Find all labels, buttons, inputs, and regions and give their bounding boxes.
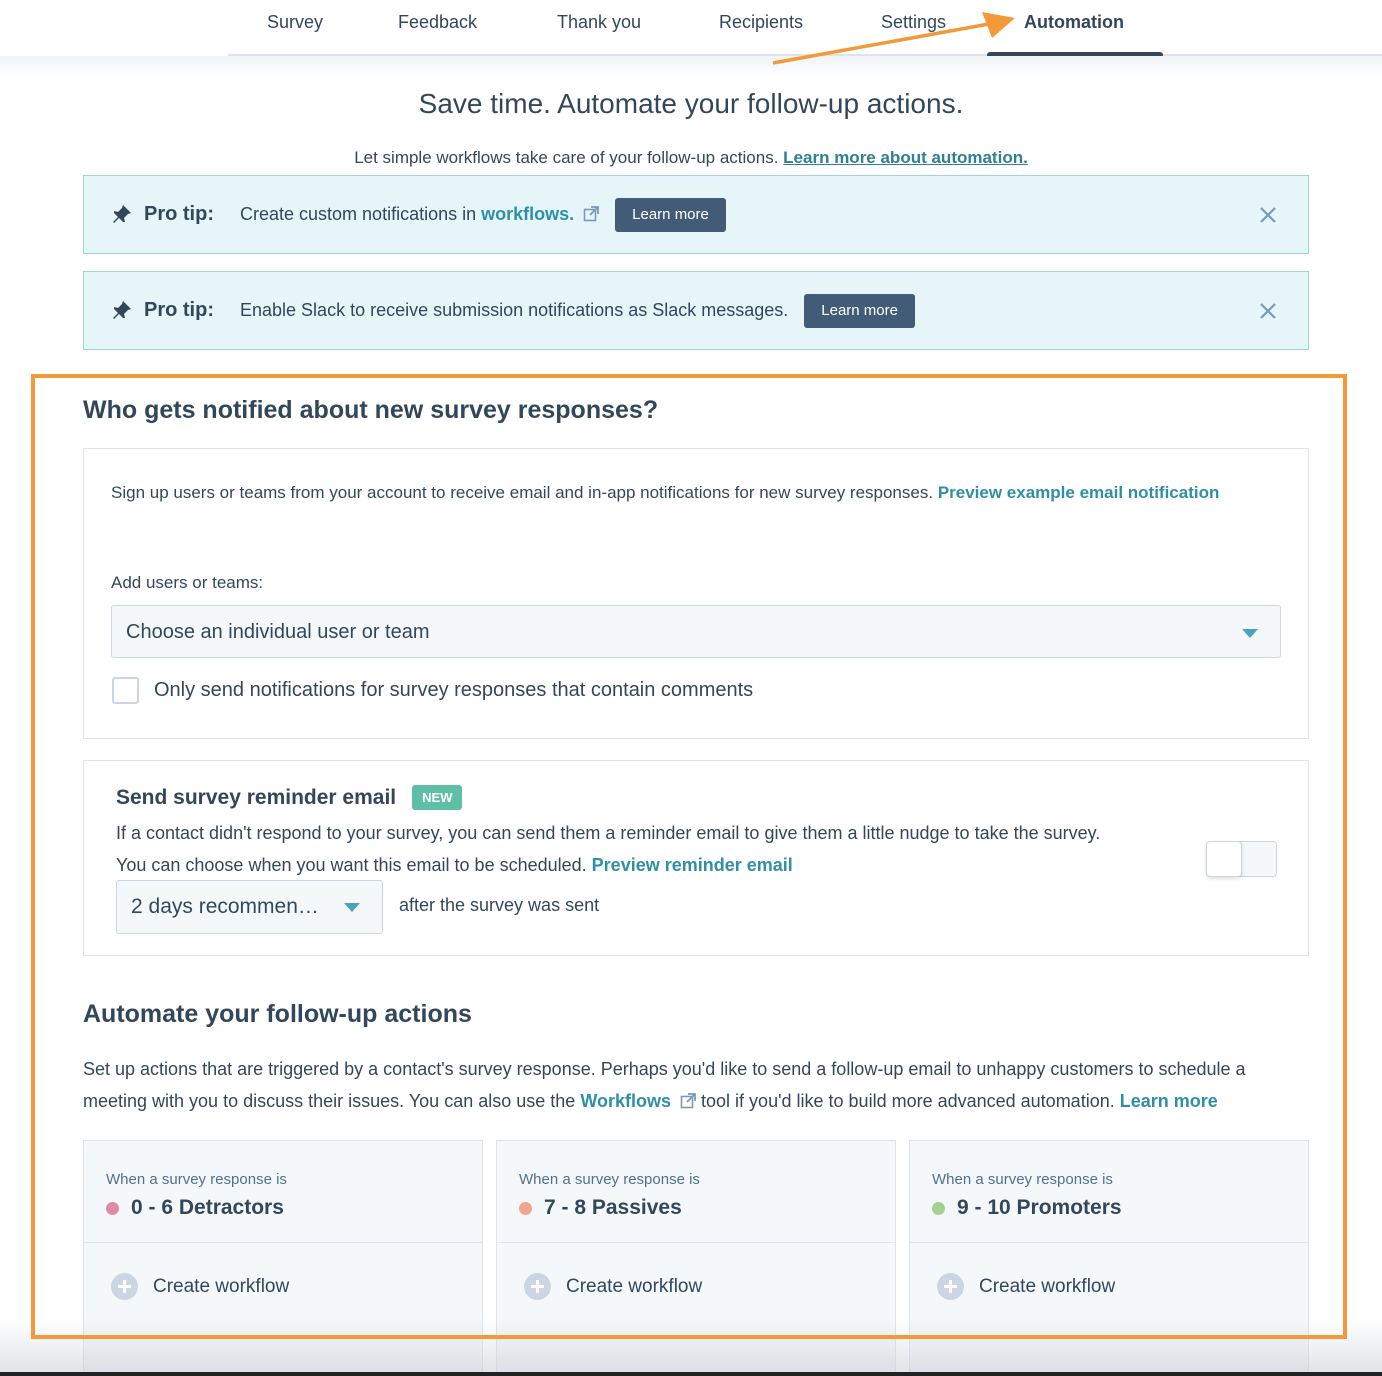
- reminder-description: If a contact didn't respond to your surv…: [116, 817, 1126, 881]
- new-badge: NEW: [412, 785, 463, 810]
- pro-tip-banner-slack: Pro tip: Enable Slack to receive submiss…: [83, 271, 1309, 350]
- tab-thank-you[interactable]: Thank you: [557, 12, 641, 33]
- pin-icon: [113, 300, 131, 319]
- page-subtitle: Let simple workflows take care of your f…: [0, 148, 1382, 168]
- automate-description-text-2: tool if you'd like to build more advance…: [701, 1091, 1115, 1111]
- workflow-column-passives: When a survey response is 7 - 8 Passives…: [496, 1140, 896, 1376]
- external-link-icon: [680, 1093, 696, 1109]
- pro-tip-label: Pro tip:: [144, 203, 214, 225]
- chevron-down-icon: [1242, 629, 1258, 638]
- pro-tip-message: Create custom notifications in: [240, 204, 477, 224]
- plus-circle-icon: [111, 1273, 138, 1300]
- notify-description-text: Sign up users or teams from your account…: [111, 483, 934, 502]
- tab-feedback[interactable]: Feedback: [398, 12, 477, 33]
- workflow-column-header: When a survey response is 9 - 10 Promote…: [910, 1141, 1308, 1243]
- external-link-icon: [583, 206, 600, 222]
- after-survey-text: after the survey was sent: [399, 895, 600, 915]
- reminder-toggle[interactable]: [1206, 841, 1277, 877]
- passives-dot-icon: [519, 1201, 532, 1215]
- tab-survey[interactable]: Survey: [267, 12, 323, 33]
- create-workflow-button[interactable]: Create workflow: [910, 1243, 1308, 1300]
- learn-more-automation-link[interactable]: Learn more about automation.: [783, 148, 1028, 167]
- plus-circle-icon: [937, 1273, 964, 1300]
- pro-tip-label: Pro tip:: [144, 299, 214, 321]
- tab-settings[interactable]: Settings: [881, 12, 946, 33]
- tab-automation[interactable]: Automation: [1024, 12, 1124, 33]
- close-icon[interactable]: [1258, 205, 1278, 225]
- workflow-trigger-label: When a survey response is: [106, 1171, 287, 1188]
- workflow-category: 7 - 8 Passives: [519, 1196, 895, 1220]
- chevron-down-icon: [344, 903, 360, 912]
- page-title: Save time. Automate your follow-up actio…: [418, 88, 964, 119]
- learn-more-button[interactable]: Learn more: [804, 293, 915, 328]
- reminder-card: Send survey reminder email NEW If a cont…: [83, 760, 1309, 956]
- workflow-category: 0 - 6 Detractors: [106, 1196, 482, 1220]
- workflow-column-detractors: When a survey response is 0 - 6 Detracto…: [83, 1140, 483, 1376]
- automate-description: Set up actions that are triggered by a c…: [83, 1053, 1313, 1117]
- preview-reminder-email-link[interactable]: Preview reminder email: [592, 855, 793, 875]
- preview-example-email-link[interactable]: Preview example email notification: [938, 483, 1220, 502]
- close-icon[interactable]: [1258, 301, 1278, 321]
- detractors-dot-icon: [106, 1201, 119, 1215]
- subtitle-text: Let simple workflows take care of your f…: [354, 148, 779, 167]
- comments-only-label: Only send notifications for survey respo…: [154, 679, 754, 701]
- plus-circle-icon: [524, 1273, 551, 1300]
- automate-heading: Automate your follow-up actions: [83, 1000, 472, 1028]
- header-shadow: [0, 56, 1382, 78]
- reminder-title-text: Send survey reminder email: [116, 785, 397, 809]
- create-workflow-label: Create workflow: [566, 1275, 703, 1297]
- automate-learn-more-link[interactable]: Learn more: [1120, 1091, 1218, 1111]
- workflow-category-label: 0 - 6 Detractors: [131, 1196, 284, 1219]
- user-team-select[interactable]: Choose an individual user or team: [111, 605, 1281, 658]
- pro-tip-message: Enable Slack to receive submission notif…: [240, 300, 789, 320]
- notify-description: Sign up users or teams from your account…: [111, 477, 1271, 509]
- pro-tip-text: Create custom notifications in workflows…: [240, 204, 600, 225]
- workflow-category-label: 9 - 10 Promoters: [957, 1196, 1122, 1219]
- notify-card: Sign up users or teams from your account…: [83, 448, 1309, 739]
- toggle-knob: [1206, 841, 1242, 877]
- workflows-tool-link[interactable]: Workflows: [580, 1091, 671, 1111]
- tab-bar: Survey Feedback Thank you Recipients Set…: [0, 0, 1382, 58]
- reminder-title: Send survey reminder email NEW: [116, 785, 463, 810]
- create-workflow-label: Create workflow: [979, 1275, 1116, 1297]
- create-workflow-button[interactable]: Create workflow: [84, 1243, 482, 1300]
- user-team-select-placeholder: Choose an individual user or team: [126, 621, 430, 643]
- workflow-column-promoters: When a survey response is 9 - 10 Promote…: [909, 1140, 1309, 1376]
- notify-heading: Who gets notified about new survey respo…: [83, 396, 659, 424]
- add-users-label: Add users or teams:: [111, 573, 264, 592]
- workflow-trigger-label: When a survey response is: [519, 1171, 700, 1188]
- comments-only-checkbox[interactable]: [112, 677, 139, 704]
- workflow-category-label: 7 - 8 Passives: [544, 1196, 682, 1219]
- pro-tip-banner-workflows: Pro tip: Create custom notifications in …: [83, 175, 1309, 254]
- workflow-column-header: When a survey response is 0 - 6 Detracto…: [84, 1141, 482, 1243]
- reminder-delay-value: 2 days recommen…: [131, 895, 319, 918]
- workflows-link[interactable]: workflows.: [481, 204, 574, 224]
- workflow-category: 9 - 10 Promoters: [932, 1196, 1308, 1220]
- reminder-delay-select[interactable]: 2 days recommen…: [116, 880, 383, 934]
- create-workflow-button[interactable]: Create workflow: [497, 1243, 895, 1300]
- bottom-edge: [0, 1372, 1382, 1376]
- pin-icon: [113, 204, 131, 223]
- promoters-dot-icon: [932, 1201, 945, 1215]
- create-workflow-label: Create workflow: [153, 1275, 290, 1297]
- learn-more-button[interactable]: Learn more: [615, 197, 726, 232]
- workflow-column-header: When a survey response is 7 - 8 Passives: [497, 1141, 895, 1243]
- workflow-trigger-label: When a survey response is: [932, 1171, 1113, 1188]
- tab-recipients[interactable]: Recipients: [719, 12, 803, 33]
- comments-only-checkbox-row[interactable]: Only send notifications for survey respo…: [112, 677, 753, 704]
